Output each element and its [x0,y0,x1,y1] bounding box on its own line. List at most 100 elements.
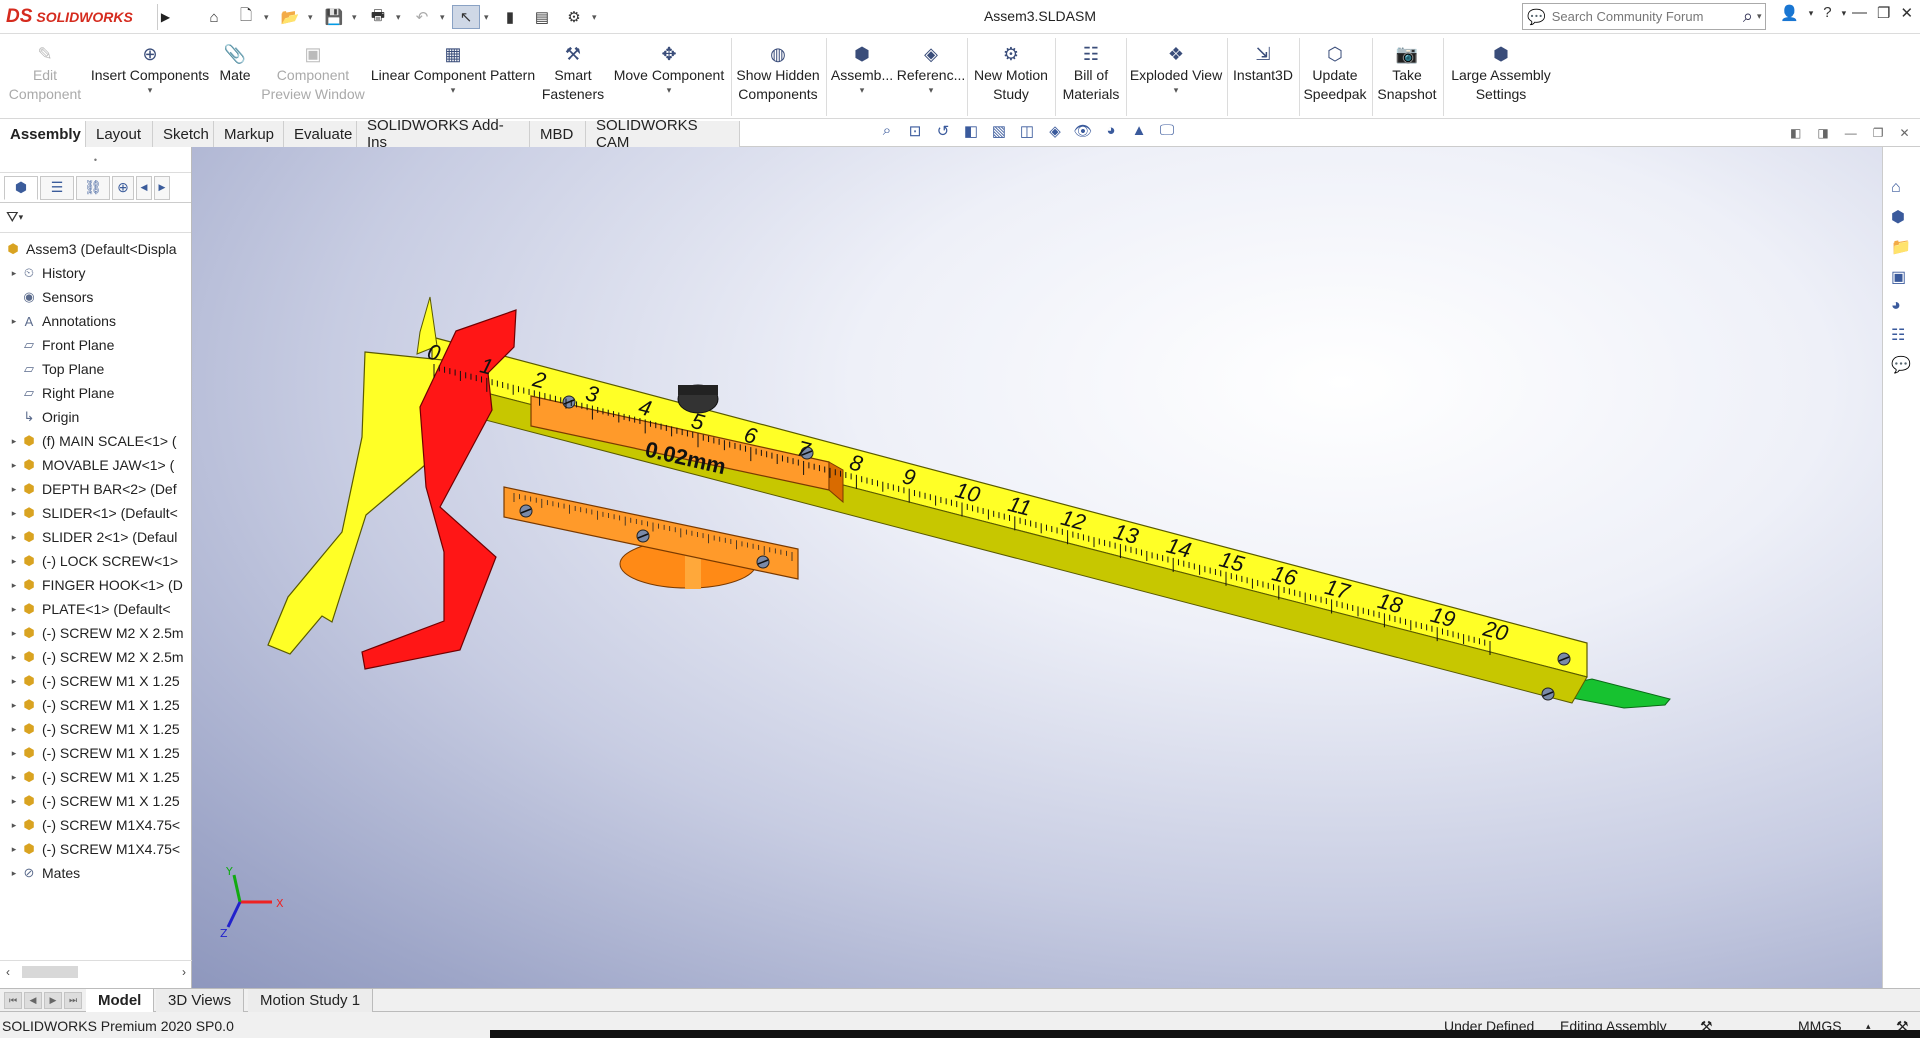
tree-item[interactable]: ▸ ⬢ (-) SCREW M1 X 1.25 [0,789,191,813]
tab-motion-study-1[interactable]: Motion Study 1 [248,989,374,1012]
view-palette-icon[interactable]: ▣ [1891,267,1911,287]
show-hidden-components-button[interactable]: ◍ Show Hidden Components [734,42,822,114]
mate-button[interactable]: 📎 Mate [214,42,256,114]
graphics-area[interactable]: 0 1 2 3 4 5 6 7 8 9 10 11 12 13 14 15 16 17 18 19 20 0.02mm … [192,147,1882,988]
move-component-dropdown-icon[interactable]: ▾ [667,85,672,95]
tab-solidworks-add-ins[interactable]: SOLIDWORKS Add-Ins [357,117,530,151]
zoom-to-area-icon[interactable]: ⊡ [904,122,926,140]
viewport-close-icon[interactable]: ✕ [1899,126,1909,140]
expand-arrow-icon[interactable]: ▸ [8,532,20,543]
new-document-icon[interactable]: 🗋 [232,5,260,29]
prev-tab-icon[interactable]: ◀ [24,992,42,1009]
tree-item[interactable]: ▸ ⬢ SLIDER 2<1> (Defaul [0,525,191,549]
next-tab-icon[interactable]: ▶ [44,992,62,1009]
scroll-left-icon[interactable]: ‹ [6,965,10,979]
exploded-view-dropdown-icon[interactable]: ▾ [1174,85,1179,95]
edit-component-button[interactable]: ✎ Edit Component [6,42,84,114]
scroll-thumb[interactable] [22,966,78,978]
tab-model[interactable]: Model [86,989,155,1012]
tree-item[interactable]: ▸ ⬢ (-) SCREW M2 X 2.5m [0,621,191,645]
tab-assembly[interactable]: Assembly [0,121,86,147]
first-tab-icon[interactable]: ⏮ [4,992,22,1009]
tab-layout[interactable]: Layout [86,121,153,147]
expand-arrow-icon[interactable]: ▸ [8,772,20,783]
expand-arrow-icon[interactable]: ▸ [8,820,20,831]
tree-root[interactable]: ⬢ Assem3 (Default<Displa [0,237,191,261]
search-box[interactable]: 💬 Search Community Forum ⌕ ▾ [1522,3,1766,30]
options-gear-icon[interactable]: ⚙ [560,5,588,29]
viewport-tile-left-icon[interactable]: ◧ [1790,126,1801,140]
tab-sketch[interactable]: Sketch [153,121,214,147]
edit-appearance-icon[interactable]: ◕ [1100,122,1122,140]
expand-arrow-icon[interactable]: ▸ [8,556,20,567]
expand-arrow-icon[interactable]: ▸ [8,316,20,327]
view-settings-icon[interactable]: 🖵 [1156,122,1178,140]
help-icon[interactable]: ? [1823,4,1831,22]
exploded-view-button[interactable]: ❖ Exploded View ▾ [1128,42,1224,114]
tree-item[interactable]: ▸ ⬢ PLATE<1> (Default< [0,597,191,621]
file-explorer-icon[interactable]: 📁 [1891,237,1911,257]
update-speedpak-button[interactable]: ⬡ Update Speedpak [1302,42,1368,114]
tab-evaluate[interactable]: Evaluate [284,121,357,147]
reference-geometry-dropdown-icon[interactable]: ▾ [929,85,934,95]
scroll-right-icon[interactable]: › [182,965,186,979]
configuration-manager-icon[interactable]: ⛓ [76,175,110,200]
dim-xpert-icon[interactable]: ⊕ [112,175,134,200]
tree-item[interactable]: ▸ ⬢ (-) SCREW M2 X 2.5m [0,645,191,669]
expand-arrow-icon[interactable]: ▸ [8,868,20,879]
search-input[interactable]: Search Community Forum [1552,9,1743,24]
tree-item[interactable]: ▸ ⬢ (-) LOCK SCREW<1> [0,549,191,573]
tree-horizontal-scrollbar[interactable]: ‹ › [0,960,192,982]
save-dropdown-icon[interactable]: ▾ [352,12,360,23]
bill-of-materials-button[interactable]: ☷ Bill of Materials [1058,42,1124,114]
restore-icon[interactable]: ❐ [1877,4,1890,22]
search-dropdown-icon[interactable]: ▾ [1757,11,1765,22]
tree-item[interactable]: ▸ ⬢ (-) SCREW M1 X 1.25 [0,693,191,717]
property-manager-icon[interactable]: ☰ [40,175,74,200]
tree-item[interactable]: ▸ ⬢ (-) SCREW M1 X 1.25 [0,669,191,693]
expand-arrow-icon[interactable]: ▸ [8,700,20,711]
dynamic-annotation-icon[interactable]: ▧ [988,122,1010,140]
user-dropdown-icon[interactable]: ▾ [1809,8,1814,22]
tree-item[interactable]: ▸ ⬢ FINGER HOOK<1> (D [0,573,191,597]
panel-collapse-handle[interactable]: • [0,147,191,173]
tree-item[interactable]: ▸ ⊘ Mates [0,861,191,885]
tree-item[interactable]: ↳ Origin [0,405,191,429]
tree-item[interactable]: ▸ ⬢ MOVABLE JAW<1> ( [0,453,191,477]
expand-arrow-icon[interactable]: ▸ [8,436,20,447]
insert-components-dropdown-icon[interactable]: ▾ [148,85,153,95]
tree-item[interactable]: ▱ Top Plane [0,357,191,381]
home-icon[interactable]: ⌂ [200,5,228,29]
expand-arrow-icon[interactable]: ▸ [8,652,20,663]
assembly-features-button[interactable]: ⬢ Assemb... ▾ [830,42,894,114]
tree-item[interactable]: ◉ Sensors [0,285,191,309]
select-dropdown-icon[interactable]: ▾ [484,12,492,23]
select-pointer-icon[interactable]: ↖ [452,5,480,29]
save-icon[interactable]: 💾 [320,5,348,29]
panel-scroll-right-icon[interactable]: ▶ [154,175,170,200]
take-snapshot-button[interactable]: 📷 Take Snapshot [1374,42,1440,114]
filter-dropdown-icon[interactable]: ▾ [19,212,24,223]
tree-item[interactable]: ▸ ⏲ History [0,261,191,285]
solidworks-logo[interactable]: DS SOLIDWORKS [6,4,154,30]
expand-arrow-icon[interactable]: ▸ [8,508,20,519]
viewport-restore-icon[interactable]: ❐ [1873,126,1884,140]
custom-properties-icon[interactable]: ☷ [1891,325,1911,345]
tree-item[interactable]: ▸ ⬢ (f) MAIN SCALE<1> ( [0,429,191,453]
expand-arrow-icon[interactable]: ▸ [8,484,20,495]
expand-arrow-icon[interactable]: ▸ [8,748,20,759]
component-preview-window-button[interactable]: ▣ Component Preview Window [258,42,368,114]
new-motion-study-button[interactable]: ⚙ New Motion Study [970,42,1052,114]
tree-item[interactable]: ▸ ⬢ (-) SCREW M1 X 1.25 [0,765,191,789]
display-style-icon[interactable]: ◈ [1044,122,1066,140]
expand-arrow-icon[interactable]: ▸ [8,844,20,855]
filter-funnel-icon[interactable]: ⛛ [6,209,19,226]
expand-arrow-icon[interactable]: ▸ [8,268,20,279]
linear-component-pattern-button[interactable]: ▦ Linear Component Pattern ▾ [370,42,536,114]
solidworks-resources-home-icon[interactable]: ⌂ [1891,179,1911,197]
tab-3d-views[interactable]: 3D Views [156,989,245,1012]
insert-components-button[interactable]: ⊕ Insert Components ▾ [88,42,212,114]
linear-pattern-dropdown-icon[interactable]: ▾ [451,85,456,95]
caliper-model[interactable]: 012345678910 11 12 13 14 15 16 17 18 19 20 0.02mm … [192,147,1882,988]
user-icon[interactable]: 👤 [1780,4,1799,22]
